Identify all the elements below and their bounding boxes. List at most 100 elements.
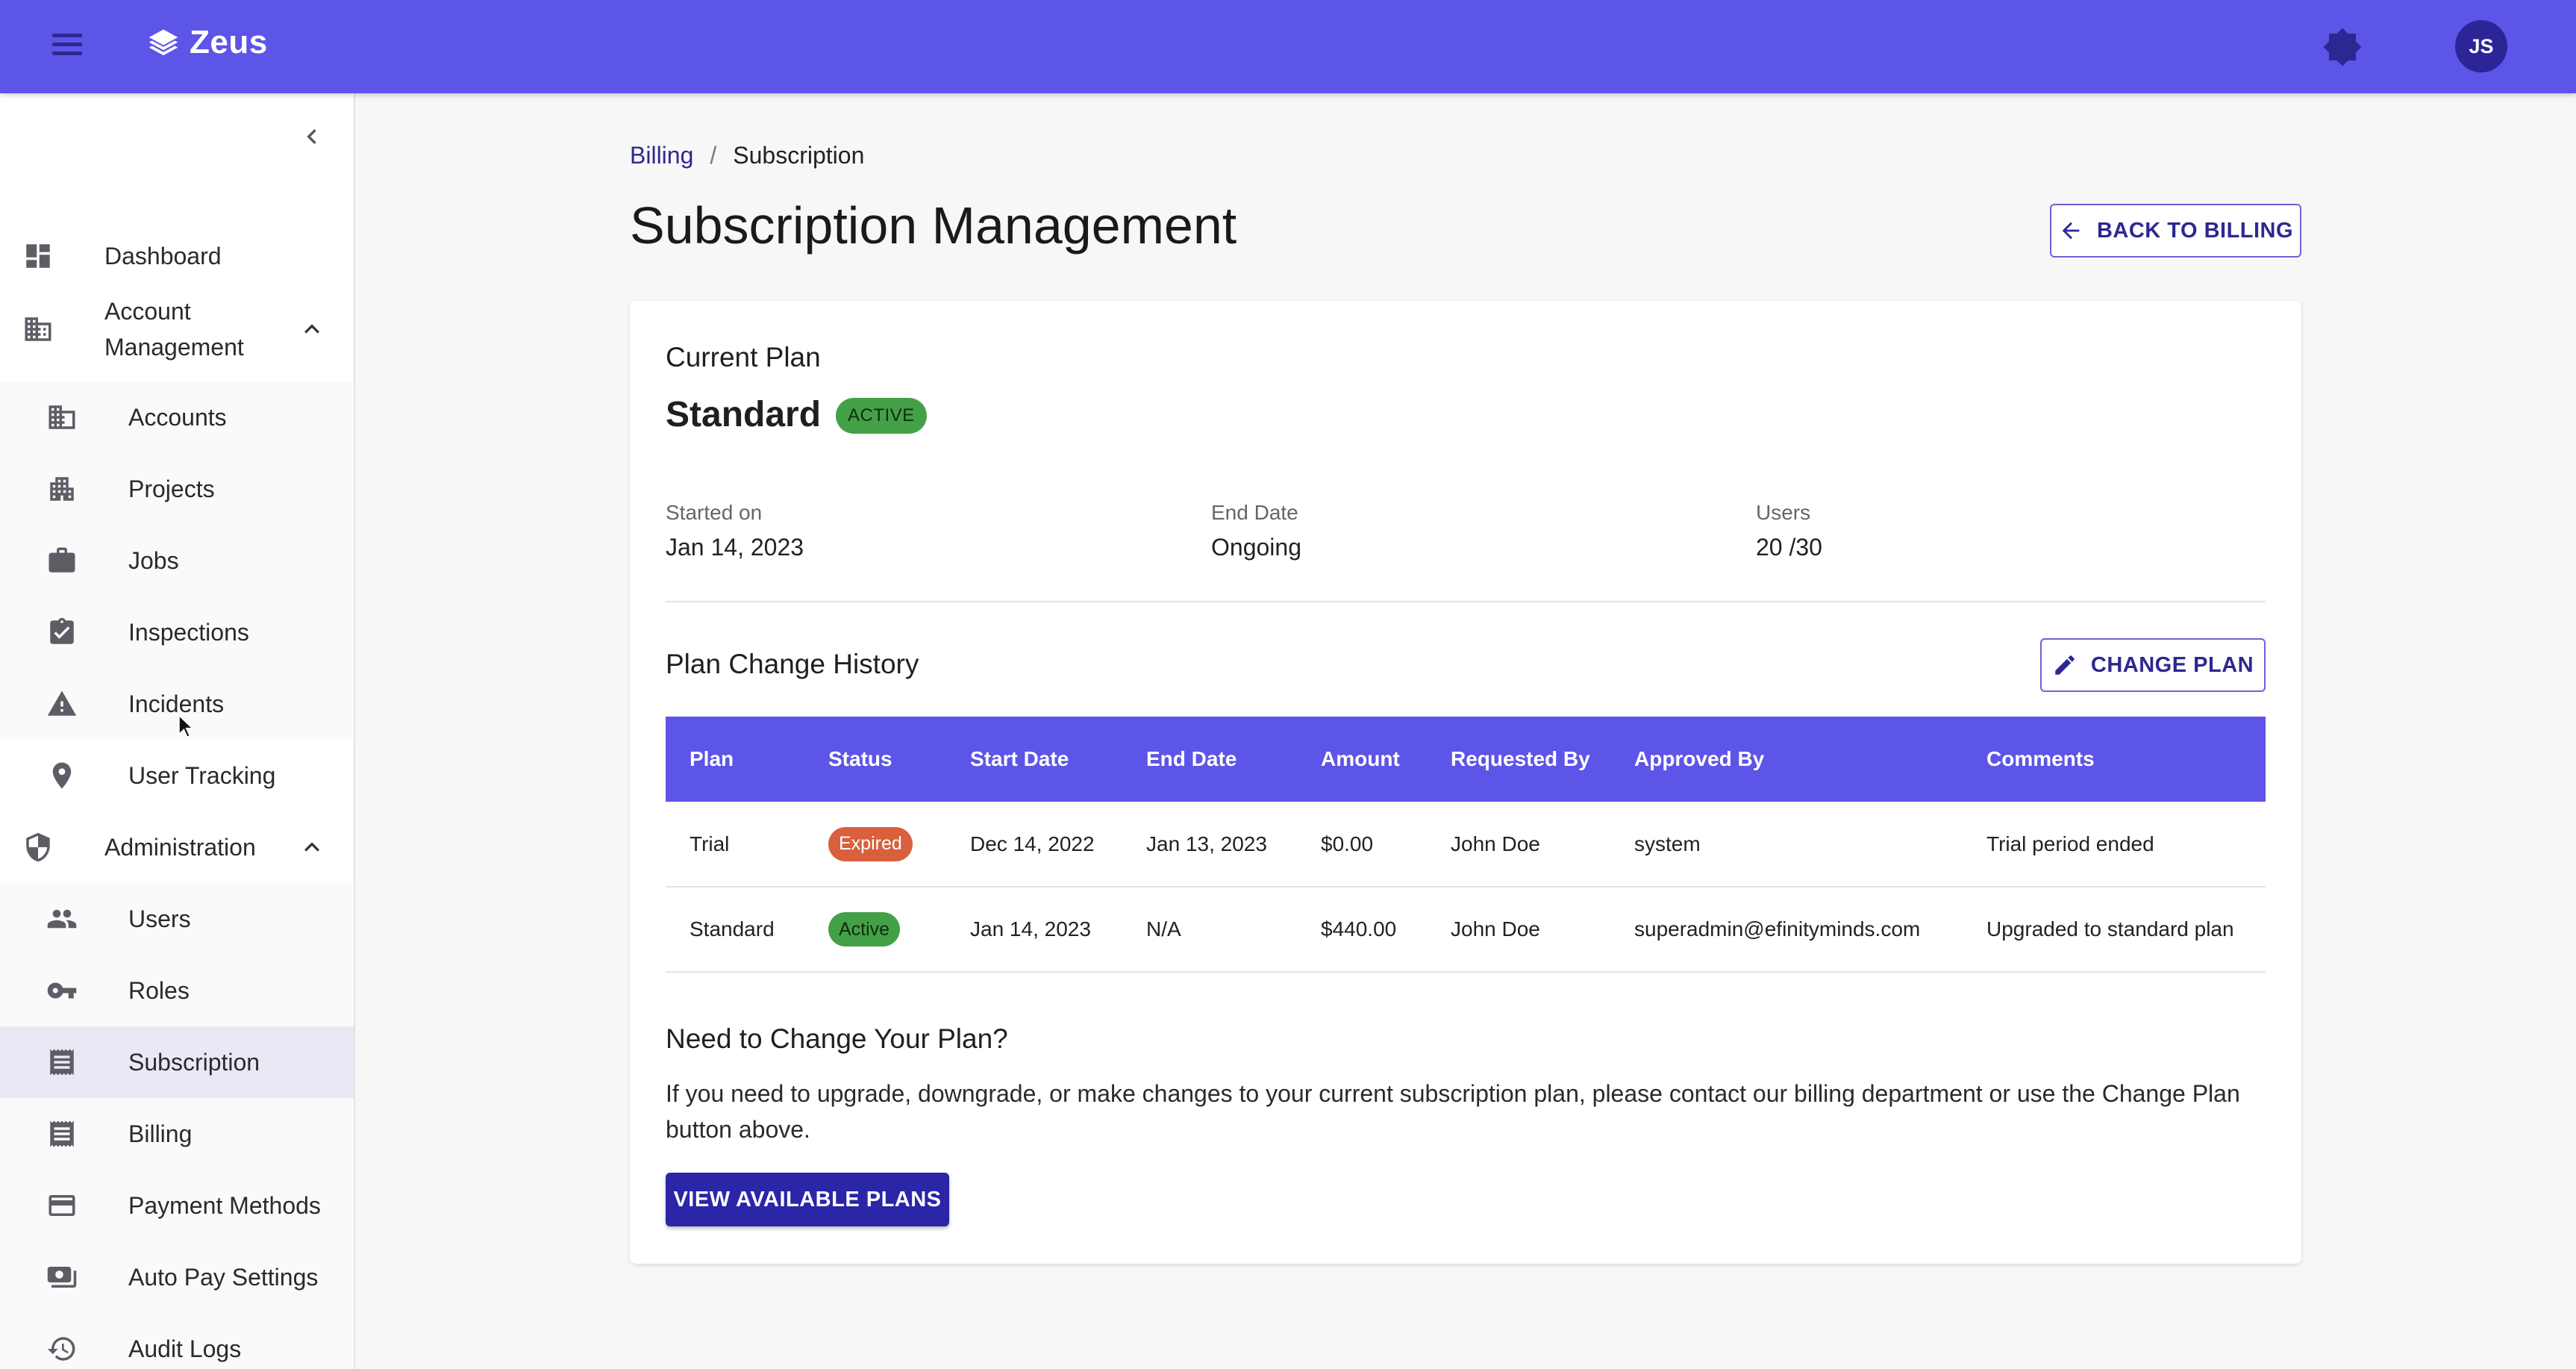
users-field: Users 20 /30 [1756,501,1822,561]
cell-plan: Standard [666,887,804,973]
change-plan-info-heading: Need to Change Your Plan? [666,1023,1008,1054]
collapse-sidebar-icon[interactable] [297,122,327,152]
breadcrumb-current: Subscription [733,142,865,169]
app-name: Zeus [190,24,268,60]
people-icon [45,902,79,936]
page-title: Subscription Management [630,196,1237,255]
cell-end-date: Jan 13, 2023 [1122,802,1297,888]
sidebar-item-jobs[interactable]: Jobs [0,525,354,596]
sidebar-item-payment-methods[interactable]: Payment Methods [0,1170,354,1241]
users-label: Users [1756,501,1811,524]
back-to-billing-label: BACK TO BILLING [2096,218,2294,243]
shield-icon [21,830,55,864]
breadcrumb: Billing / Subscription [630,142,864,169]
chevron-up-icon[interactable] [297,832,327,862]
plan-history-table: Plan Status Start Date End Date Amount R… [666,717,2266,973]
layers-icon [149,29,178,56]
column-header[interactable]: Plan [666,717,804,802]
status-badge: Expired [828,826,913,861]
column-header[interactable]: Requested By [1427,717,1610,802]
plan-status-badge: ACTIVE [836,398,927,434]
end-date-field: End Date Ongoing [1211,501,1301,561]
sidebar-item-roles[interactable]: Roles [0,955,354,1026]
cell-start-date: Dec 14, 2022 [946,802,1122,888]
app-bar: Zeus JS [0,0,2576,93]
menu-icon[interactable] [46,28,88,64]
column-header[interactable]: Approved By [1610,717,1963,802]
cell-approved-by: system [1610,802,1963,888]
started-on-field: Started on Jan 14, 2023 [666,501,804,561]
end-date-value: Ongoing [1211,534,1301,561]
payments-icon [45,1260,79,1294]
cell-status: Active [804,887,946,973]
sidebar-item-users[interactable]: Users [0,883,354,955]
pencil-icon [2055,655,2075,675]
column-header[interactable]: Amount [1297,717,1427,802]
view-available-plans-button[interactable]: VIEW AVAILABLE PLANS [666,1173,949,1226]
end-date-label: End Date [1211,501,1298,524]
cell-requested-by: John Doe [1427,802,1610,888]
cell-approved-by: superadmin@efinityminds.com [1610,887,1963,973]
cell-amount: $0.00 [1297,802,1427,888]
breadcrumb-separator: / [710,142,717,169]
app-logo[interactable]: Zeus [148,24,268,61]
back-to-billing-button[interactable]: BACK TO BILLING [2050,204,2301,258]
briefcase-icon [45,543,79,578]
sidebar-item-administration[interactable]: Administration [0,811,354,883]
dashboard-icon [21,239,55,273]
sidebar-item-audit-logs[interactable]: Audit Logs [0,1313,354,1369]
current-plan-heading: Current Plan [666,342,821,372]
users-value: 20 /30 [1756,534,1822,561]
chevron-up-icon[interactable] [297,314,327,344]
sidebar-item-user-tracking[interactable]: User Tracking [0,740,354,811]
user-avatar[interactable]: JS [2455,20,2507,72]
sidebar-item-accounts[interactable]: Accounts [0,381,354,453]
status-badge: Active [828,912,901,947]
cell-status: Expired [804,802,946,888]
column-header[interactable]: Comments [1963,717,2266,802]
history-icon [45,1332,79,1366]
credit-card-icon [45,1188,79,1223]
cell-plan: Trial [666,802,804,888]
clipboard-check-icon [45,615,79,649]
sidebar-item-projects[interactable]: Projects [0,453,354,525]
building-icon [45,400,79,434]
breadcrumb-billing-link[interactable]: Billing [630,142,693,169]
sidebar-item-billing[interactable]: Billing [0,1098,354,1170]
sidebar-item-account-management[interactable]: Account Management [0,277,354,381]
theme-toggle-icon[interactable] [2322,27,2363,67]
table-row: Standard Active Jan 14, 2023 N/A $440.00… [666,887,2266,973]
column-header[interactable]: Status [804,717,946,802]
subscription-card: Current Plan Standard ACTIVE Started on … [630,301,2301,1264]
change-plan-button[interactable]: CHANGE PLAN [2040,638,2266,692]
column-header[interactable]: Start Date [946,717,1122,802]
started-on-label: Started on [666,501,763,524]
column-header[interactable]: End Date [1122,717,1297,802]
key-icon [45,973,79,1008]
cell-start-date: Jan 14, 2023 [946,887,1122,973]
cell-comments: Upgraded to standard plan [1963,887,2266,973]
cell-end-date: N/A [1122,887,1297,973]
mouse-cursor-icon [178,714,194,738]
cell-requested-by: John Doe [1427,887,1610,973]
sidebar-item-subscription[interactable]: Subscription [0,1026,354,1098]
sidebar-item-auto-pay-settings[interactable]: Auto Pay Settings [0,1241,354,1313]
arrow-left-icon [2062,222,2080,240]
receipt-icon [45,1045,79,1079]
table-header-row: Plan Status Start Date End Date Amount R… [666,717,2266,802]
apartment-icon [45,472,79,506]
change-plan-label: CHANGE PLAN [2090,652,2254,677]
change-plan-info-text: If you need to upgrade, downgrade, or ma… [666,1080,2240,1143]
table-row: Trial Expired Dec 14, 2022 Jan 13, 2023 … [666,802,2266,888]
location-pin-icon [45,758,79,793]
warning-icon [45,687,79,721]
cell-amount: $440.00 [1297,887,1427,973]
current-plan-name: Standard [666,395,822,434]
divider [666,601,2266,602]
building-icon [21,312,55,346]
cell-comments: Trial period ended [1963,802,2266,888]
sidebar-item-inspections[interactable]: Inspections [0,596,354,668]
sidebar-item-incidents[interactable]: Incidents [0,668,354,740]
plan-change-history-heading: Plan Change History [666,649,919,679]
started-on-value: Jan 14, 2023 [666,534,804,561]
